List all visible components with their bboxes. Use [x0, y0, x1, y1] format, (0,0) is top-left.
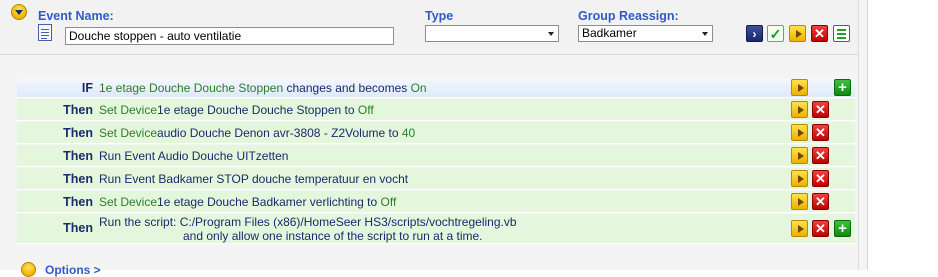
action-type: Set Device [99, 195, 158, 209]
group-reassign-select[interactable]: Badkamer [578, 25, 713, 42]
script-path: C:/Program Files (x86)/HomeSeer HS3/scri… [179, 215, 517, 229]
run-icon[interactable] [791, 101, 808, 118]
run-icon[interactable] [789, 25, 806, 42]
script-option-text: and only allow one instance of the scrip… [183, 229, 483, 243]
add-icon[interactable]: + [834, 79, 851, 96]
delete-icon[interactable]: ✕ [812, 101, 829, 118]
run-icon[interactable] [791, 79, 808, 96]
chevron-down-icon [548, 32, 554, 36]
trigger-value: On [410, 81, 427, 95]
action-type: Run the script: [99, 215, 177, 229]
delete-icon[interactable]: ✕ [812, 170, 829, 187]
action-text: Set Device1e etage Douche Badkamer verli… [99, 195, 396, 209]
action-target: 1e etage Douche Badkamer verlichting [157, 195, 364, 209]
action-type: Run Event [99, 149, 156, 163]
type-label: Type [425, 9, 454, 23]
action-value: 40 [401, 126, 416, 140]
then-keyword: Then [63, 195, 93, 209]
delete-icon[interactable]: ✕ [812, 147, 829, 164]
spreadsheet-icon[interactable] [833, 25, 850, 42]
group-reassign-value: Badkamer [582, 26, 637, 40]
action-value: Off [357, 103, 374, 117]
action-type: Run Event [99, 172, 156, 186]
action-row[interactable]: Then Run the script: C:/Program Files (x… [17, 214, 855, 244]
action-text: Run Event Audio Douche UITzetten [99, 149, 288, 163]
event-name-input[interactable] [65, 27, 394, 45]
trigger-device: 1e etage Douche Douche Stoppen [99, 81, 284, 95]
run-icon[interactable] [791, 170, 808, 187]
action-target: Audio Douche UITzetten [157, 149, 289, 163]
event-header: Event Name: Type Group Reassign: Badkame… [0, 0, 858, 55]
panel-border [858, 0, 859, 270]
delete-icon[interactable]: ✕ [812, 193, 829, 210]
action-target: Badkamer STOP douche temperatuur en voch… [158, 172, 409, 186]
action-type: Set Device [99, 126, 158, 140]
action-connector: to [344, 103, 355, 117]
action-connector: to [388, 126, 399, 140]
action-row[interactable]: Then Set Device1e etage Douche Badkamer … [17, 191, 855, 213]
then-keyword: Then [63, 126, 93, 140]
then-keyword: Then [63, 221, 93, 235]
delete-icon[interactable]: ✕ [812, 220, 829, 237]
action-text: Set Deviceaudio Douche Denon avr-3808 - … [99, 126, 415, 140]
if-trigger-row[interactable]: IF 1e etage Douche Douche Stoppen change… [17, 78, 855, 98]
group-reassign-label: Group Reassign: [578, 9, 679, 23]
collapse-icon[interactable] [11, 4, 27, 20]
then-keyword: Then [63, 103, 93, 117]
action-text: Run Event Badkamer STOP douche temperatu… [99, 172, 408, 186]
action-row[interactable]: Then Set Deviceaudio Douche Denon avr-38… [17, 122, 855, 144]
run-icon[interactable] [791, 124, 808, 141]
action-row[interactable]: Then Run Event Badkamer STOP douche temp… [17, 168, 855, 190]
delete-icon[interactable]: ✕ [811, 25, 828, 42]
add-icon[interactable]: + [834, 220, 851, 237]
run-icon[interactable] [791, 193, 808, 210]
chevron-down-icon [702, 32, 708, 36]
checkmark-icon[interactable]: ✓ [767, 25, 784, 42]
right-margin [868, 0, 938, 270]
action-row[interactable]: Then Run Event Audio Douche UITzetten ✕ [17, 145, 855, 167]
run-icon[interactable] [791, 147, 808, 164]
action-connector: to [367, 195, 378, 209]
action-text: Run the script: C:/Program Files (x86)/H… [99, 215, 517, 243]
trigger-condition: changes and becomes [286, 81, 408, 95]
then-keyword: Then [63, 149, 93, 163]
go-icon[interactable]: › [746, 25, 763, 42]
action-target: audio Douche Denon avr-3808 - Z2Volume [157, 126, 386, 140]
if-trigger-text: 1e etage Douche Douche Stoppen changes a… [99, 81, 427, 95]
action-value: Off [380, 195, 397, 209]
if-keyword: IF [81, 81, 93, 95]
document-icon[interactable] [38, 24, 52, 41]
action-text: Set Device1e etage Douche Douche Stoppen… [99, 103, 374, 117]
then-keyword: Then [63, 172, 93, 186]
options-link[interactable]: Options > [45, 263, 101, 277]
type-select[interactable] [425, 25, 559, 42]
action-row[interactable]: Then Set Device1e etage Douche Douche St… [17, 99, 855, 121]
action-target: 1e etage Douche Douche Stoppen [157, 103, 342, 117]
action-type: Set Device [99, 103, 158, 117]
event-name-label: Event Name: [38, 9, 114, 23]
delete-icon[interactable]: ✕ [812, 124, 829, 141]
run-icon[interactable] [791, 220, 808, 237]
